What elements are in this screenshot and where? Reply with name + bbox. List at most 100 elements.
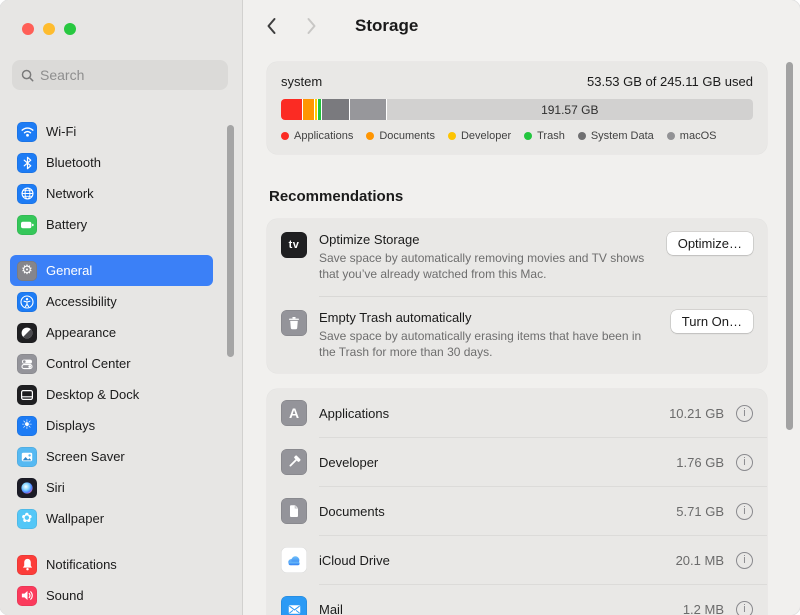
window-controls bbox=[22, 23, 76, 35]
info-icon[interactable]: i bbox=[736, 552, 753, 569]
sidebar-item-general[interactable]: ⚙ General bbox=[10, 255, 213, 286]
mail-icon bbox=[281, 596, 307, 615]
gear-icon: ⚙ bbox=[17, 261, 37, 281]
search-field[interactable] bbox=[12, 60, 228, 90]
sidebar-item-battery[interactable]: Battery bbox=[10, 209, 213, 240]
sidebar-item-label: Sound bbox=[46, 588, 84, 603]
appearance-icon bbox=[17, 323, 37, 343]
sidebar-item-label: Accessibility bbox=[46, 294, 117, 309]
legend-dot bbox=[667, 132, 675, 140]
legend-label: Applications bbox=[294, 130, 353, 142]
legend-dot bbox=[448, 132, 456, 140]
documents-icon bbox=[281, 498, 307, 524]
recommendation-description: Save space by automatically erasing item… bbox=[319, 328, 645, 361]
main-scrollbar[interactable] bbox=[786, 62, 793, 430]
battery-icon bbox=[17, 215, 37, 235]
zoom-button[interactable] bbox=[64, 23, 76, 35]
bar-segment-system-data bbox=[322, 99, 348, 120]
usage-value: 1.76 GB bbox=[676, 455, 724, 470]
optimize-button[interactable]: Optimize… bbox=[667, 232, 753, 255]
recommendation-empty-trash: Empty Trash automatically Save space by … bbox=[267, 297, 767, 374]
info-icon[interactable]: i bbox=[736, 405, 753, 422]
screen-saver-icon bbox=[17, 447, 37, 467]
bar-segment-free: 191.57 GB bbox=[387, 99, 753, 120]
recommendations-card: tv Optimize Storage Save space by automa… bbox=[267, 219, 767, 373]
sidebar-item-appearance[interactable]: Appearance bbox=[10, 317, 213, 348]
usage-label: Developer bbox=[319, 455, 676, 470]
usage-row-documents[interactable]: Documents 5.71 GB i bbox=[267, 487, 767, 535]
bar-segment-documents bbox=[303, 99, 314, 120]
usage-row-applications[interactable]: A Applications 10.21 GB i bbox=[267, 389, 767, 437]
siri-icon bbox=[17, 478, 37, 498]
sidebar-item-bluetooth[interactable]: Bluetooth bbox=[10, 147, 213, 178]
close-button[interactable] bbox=[22, 23, 34, 35]
bar-segment-developer bbox=[315, 99, 318, 120]
sidebar-item-accessibility[interactable]: Accessibility bbox=[10, 286, 213, 317]
wifi-icon bbox=[17, 122, 37, 142]
sidebar-scrollbar[interactable] bbox=[227, 125, 234, 357]
accessibility-icon bbox=[17, 292, 37, 312]
chevron-left-icon bbox=[266, 17, 277, 35]
sidebar-item-displays[interactable]: ☀ Displays bbox=[10, 410, 213, 441]
system-settings-window: Wi-Fi Bluetooth Network bbox=[0, 0, 800, 615]
usage-value: 5.71 GB bbox=[676, 504, 724, 519]
minimize-button[interactable] bbox=[43, 23, 55, 35]
bell-icon bbox=[17, 555, 37, 575]
search-icon bbox=[21, 69, 34, 82]
sidebar-item-label: Control Center bbox=[46, 356, 131, 371]
sidebar-item-notifications[interactable]: Notifications bbox=[10, 549, 213, 580]
info-icon[interactable]: i bbox=[736, 454, 753, 471]
main-pane: Storage system 53.53 GB of 245.11 GB use… bbox=[243, 0, 800, 615]
sidebar-item-siri[interactable]: Siri bbox=[10, 472, 213, 503]
main-content: system 53.53 GB of 245.11 GB used 191.57… bbox=[267, 52, 767, 615]
desktop-dock-icon bbox=[17, 385, 37, 405]
recommendation-description: Save space by automatically removing mov… bbox=[319, 250, 645, 283]
sidebar-item-desktop-dock[interactable]: Desktop & Dock bbox=[10, 379, 213, 410]
control-center-icon bbox=[17, 354, 37, 374]
speaker-icon bbox=[17, 586, 37, 606]
sun-icon: ☀ bbox=[17, 416, 37, 436]
info-icon[interactable]: i bbox=[736, 503, 753, 520]
flower-icon: ✿ bbox=[17, 509, 37, 529]
usage-value: 10.21 GB bbox=[669, 406, 724, 421]
sidebar-item-sound[interactable]: Sound bbox=[10, 580, 213, 611]
recommendation-title: Empty Trash automatically bbox=[319, 310, 645, 325]
legend-dot bbox=[366, 132, 374, 140]
sidebar-item-control-center[interactable]: Control Center bbox=[10, 348, 213, 379]
legend-label: Trash bbox=[537, 130, 565, 142]
usage-row-icloud-drive[interactable]: iCloud Drive 20.1 MB i bbox=[267, 536, 767, 584]
legend-dot bbox=[281, 132, 289, 140]
sidebar-nav: Wi-Fi Bluetooth Network bbox=[10, 116, 213, 615]
sidebar-item-label: Siri bbox=[46, 480, 65, 495]
applications-icon: A bbox=[281, 400, 307, 426]
sidebar-item-network[interactable]: Network bbox=[10, 178, 213, 209]
legend-label: macOS bbox=[680, 130, 717, 142]
sidebar-item-label: Bluetooth bbox=[46, 155, 101, 170]
trash-icon bbox=[281, 310, 307, 336]
sidebar-item-wallpaper[interactable]: ✿ Wallpaper bbox=[10, 503, 213, 534]
legend-dot bbox=[578, 132, 586, 140]
volume-name: system bbox=[281, 74, 322, 89]
sidebar-item-wifi[interactable]: Wi-Fi bbox=[10, 116, 213, 147]
main-header: Storage bbox=[243, 0, 800, 52]
legend-label: Documents bbox=[379, 130, 435, 142]
info-icon[interactable]: i bbox=[736, 601, 753, 615]
forward-button[interactable] bbox=[297, 12, 325, 40]
usage-label: iCloud Drive bbox=[319, 553, 676, 568]
sidebar-item-screen-saver[interactable]: Screen Saver bbox=[10, 441, 213, 472]
back-button[interactable] bbox=[257, 12, 285, 40]
developer-icon bbox=[281, 449, 307, 475]
turn-on-button[interactable]: Turn On… bbox=[671, 310, 753, 333]
search-input[interactable] bbox=[40, 67, 219, 83]
usage-row-developer[interactable]: Developer 1.76 GB i bbox=[267, 438, 767, 486]
usage-label: Mail bbox=[319, 602, 683, 615]
sidebar-item-label: Notifications bbox=[46, 557, 117, 572]
storage-bar: 191.57 GB bbox=[281, 99, 753, 120]
usage-row-mail[interactable]: Mail 1.2 MB i bbox=[267, 585, 767, 615]
legend-label: Developer bbox=[461, 130, 511, 142]
sidebar-item-label: Wallpaper bbox=[46, 511, 104, 526]
sidebar-item-label: Network bbox=[46, 186, 94, 201]
usage-label: Applications bbox=[319, 406, 669, 421]
usage-label: Documents bbox=[319, 504, 676, 519]
page-title: Storage bbox=[355, 16, 418, 36]
